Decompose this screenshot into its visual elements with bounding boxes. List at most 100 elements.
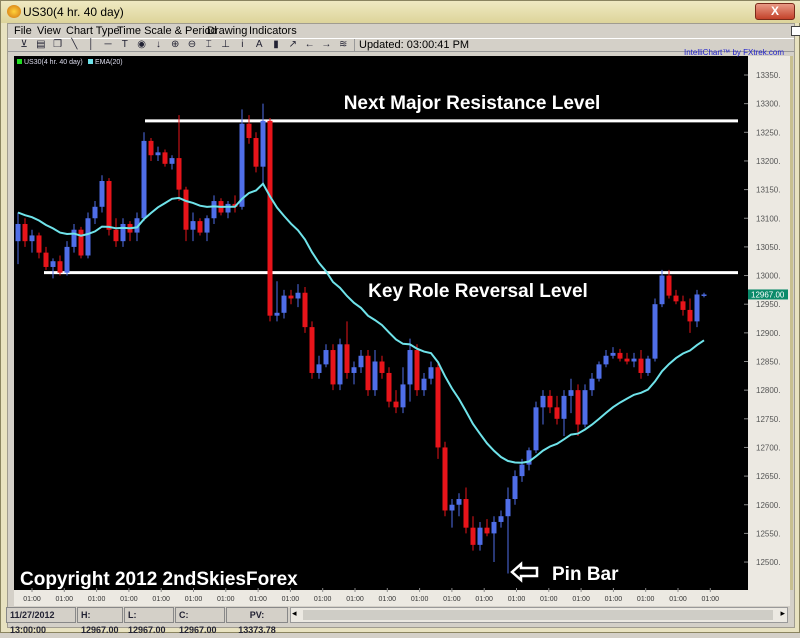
candle-body [645,358,651,373]
candle [253,132,259,173]
x-tick-label: 01:00 [411,596,429,603]
candle-body [225,203,231,213]
candle-body [190,221,196,230]
candle-body [554,407,560,419]
candle-body [211,201,217,219]
x-tick-label: 01:00 [152,596,170,603]
candle-body [456,499,462,505]
candle-body [477,527,483,545]
candle-body [309,327,315,373]
y-tick-label: 13250. [756,128,780,137]
copyright-text: Copyright 2012 2ndSkiesForex [20,569,298,590]
candle-body [281,295,287,313]
candle-body [652,304,658,359]
candle-body [113,229,119,242]
candle-body [484,527,490,534]
candle-body [582,390,588,425]
candle-body [148,140,154,156]
y-tick-label: 12650. [756,472,780,481]
scroll-thumb[interactable] [303,610,773,620]
candle-body [22,223,28,242]
candle-body [589,378,595,391]
candle-body [260,120,266,167]
candle-body [176,158,182,190]
candle [442,441,448,517]
y-tick-label: 13350. [756,71,780,80]
candle-body [498,516,504,522]
candle-body [533,407,539,451]
candle-body [197,221,203,233]
candle-body [50,261,56,267]
candle [302,287,308,333]
candle-body [414,350,420,391]
candle-body [631,358,637,362]
axis-scroll[interactable] [790,56,793,590]
status-close: C: 12967.00 [175,607,225,635]
candle-body [421,378,427,391]
x-tick-label: 01:00 [475,596,493,603]
y-tick-label: 13300. [756,100,780,109]
legend-series: US30(4 hr. 40 day) [24,59,83,66]
candle-body [43,252,49,267]
candle-body [183,189,189,230]
candle [330,344,336,391]
candle-body [78,229,84,256]
y-tick-label: 12550. [756,529,780,538]
candle-body [372,361,378,391]
candle [533,401,539,454]
candle-body [673,295,679,302]
candle [414,344,420,396]
candle-body [316,364,322,373]
y-tick-label: 12750. [756,415,780,424]
y-tick-label: 12700. [756,443,780,452]
y-tick-label: 12500. [756,558,780,567]
x-tick-label: 01:00 [669,596,687,603]
x-tick-label: 01:00 [605,596,623,603]
y-tick-label: 12900. [756,329,780,338]
candle [582,384,588,428]
last-price-tag: 12967.00 [748,289,788,300]
legend-series-swatch [17,59,22,64]
status-low: L: 12967.00 [124,607,174,635]
candle [267,117,273,322]
candle-body [330,350,336,385]
status-datetime: 11/27/2012 13:00:00 [6,607,76,635]
x-tick-label: 01:00 [508,596,526,603]
x-tick-label: 01:00 [702,596,720,603]
candle-body [239,123,245,207]
candle-body [610,352,616,356]
candle-body [365,355,371,391]
x-tick-label: 01:00 [185,596,203,603]
candle-body [624,358,630,362]
horizontal-scrollbar[interactable]: ◂ ▸ [290,607,788,623]
x-tick-label: 01:00 [443,596,461,603]
scroll-left-icon[interactable]: ◂ [292,608,297,619]
candle [141,132,147,222]
candle-body [680,301,686,310]
candle-body [701,294,707,296]
candle [365,350,371,396]
x-tick-label: 01:00 [88,596,106,603]
candle-body [29,235,35,242]
candle-body [36,235,42,253]
x-tick-label: 01:00 [637,596,655,603]
candle-body [435,367,441,448]
candle-body [470,527,476,545]
price-chart[interactable]: 13350. 13300. 13250. 13200. 13150. 13100. 1305… [0,0,800,633]
reversal-label: Key Role Reversal Level [368,281,588,302]
candle-body [505,499,511,517]
candle-body [428,367,434,379]
candle-body [120,223,126,242]
resistance-label: Next Major Resistance Level [344,93,601,114]
svg-text:12967.00: 12967.00 [751,290,785,299]
candle-body [659,275,665,305]
status-high: H: 12967.00 [77,607,123,635]
candle [652,298,658,362]
plot-area [14,56,748,590]
candle [386,367,392,408]
y-tick-label: 13100. [756,214,780,223]
brand-link[interactable]: IntelliChart™ by FXtrek.com [684,48,784,57]
y-tick-label: 12600. [756,501,780,510]
scroll-right-icon[interactable]: ▸ [780,608,785,619]
candle-body [463,499,469,528]
